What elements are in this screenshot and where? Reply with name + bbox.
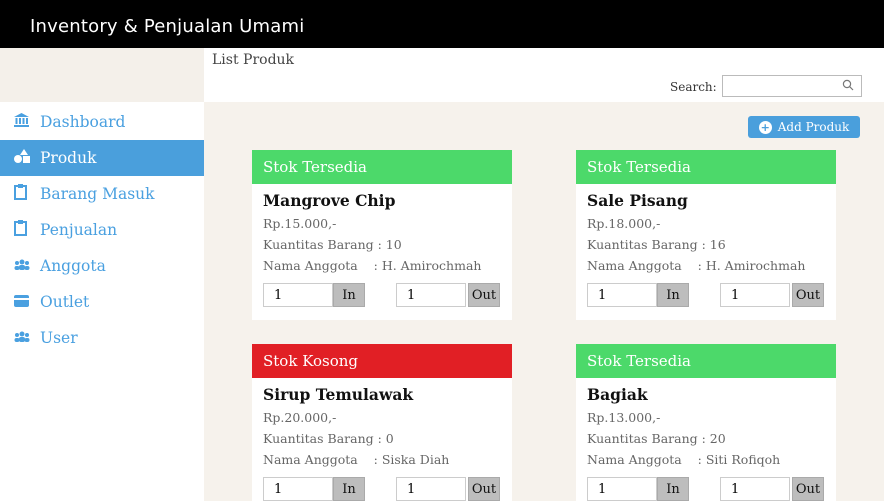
sidebar-item-produk[interactable]: Produk bbox=[0, 140, 204, 176]
out-quantity-input[interactable] bbox=[396, 477, 466, 501]
top-bar: Inventory & Penjualan Umami bbox=[0, 0, 884, 48]
sidebar-item-user[interactable]: User bbox=[0, 320, 204, 356]
sidebar-item-anggota[interactable]: Anggota bbox=[0, 248, 204, 284]
sidebar-item-label: Produk bbox=[40, 149, 97, 167]
plus-circle-icon: + bbox=[758, 120, 772, 134]
sidebar-item-penjualan[interactable]: Penjualan bbox=[0, 212, 204, 248]
shapes-icon bbox=[14, 149, 40, 167]
add-produk-label: Add Produk bbox=[777, 120, 850, 134]
sidebar-item-label: Penjualan bbox=[40, 221, 118, 239]
in-button[interactable]: In bbox=[333, 283, 365, 307]
stock-status-header: Stok Tersedia bbox=[576, 150, 836, 184]
product-member: Nama Anggota : Siska Diah bbox=[263, 452, 450, 467]
sidebar-item-dashboard[interactable]: Dashboard bbox=[0, 104, 204, 140]
product-quantity: Kuantitas Barang : 0 bbox=[263, 431, 394, 446]
stock-status-header: Stok Tersedia bbox=[252, 150, 512, 184]
in-button[interactable]: In bbox=[657, 477, 689, 501]
in-quantity-input[interactable] bbox=[263, 477, 333, 501]
search-label: Search: bbox=[670, 80, 717, 94]
stock-status-header: Stok Kosong bbox=[252, 344, 512, 378]
sidebar-item-outlet[interactable]: Outlet bbox=[0, 284, 204, 320]
out-button[interactable]: Out bbox=[468, 283, 500, 307]
product-member: Nama Anggota : H. Amirochmah bbox=[263, 258, 482, 273]
product-price: Rp.13.000,- bbox=[587, 410, 661, 425]
sidebar-item-label: Outlet bbox=[40, 293, 90, 311]
sidebar-item-label: Anggota bbox=[40, 257, 106, 275]
users-icon bbox=[14, 329, 40, 347]
product-price: Rp.20.000,- bbox=[263, 410, 337, 425]
out-quantity-input[interactable] bbox=[720, 477, 790, 501]
product-card: Stok Tersedia Mangrove Chip Rp.15.000,- … bbox=[252, 150, 512, 320]
product-quantity: Kuantitas Barang : 20 bbox=[587, 431, 726, 446]
in-quantity-input[interactable] bbox=[263, 283, 333, 307]
product-quantity: Kuantitas Barang : 10 bbox=[263, 237, 402, 252]
stock-status-header: Stok Tersedia bbox=[576, 344, 836, 378]
product-price: Rp.18.000,- bbox=[587, 216, 661, 231]
clipboard-icon bbox=[14, 220, 40, 240]
product-price: Rp.15.000,- bbox=[263, 216, 337, 231]
sidebar-item-label: User bbox=[40, 329, 78, 347]
in-quantity-input[interactable] bbox=[587, 477, 657, 501]
add-produk-button[interactable]: + Add Produk bbox=[748, 116, 860, 138]
product-card: Stok Tersedia Sale Pisang Rp.18.000,- Ku… bbox=[576, 150, 836, 320]
out-button[interactable]: Out bbox=[792, 283, 824, 307]
in-quantity-input[interactable] bbox=[587, 283, 657, 307]
app-title: Inventory & Penjualan Umami bbox=[30, 16, 305, 37]
in-button[interactable]: In bbox=[657, 283, 689, 307]
product-name: Mangrove Chip bbox=[263, 191, 396, 210]
product-member: Nama Anggota : Siti Rofiqoh bbox=[587, 452, 781, 467]
out-quantity-input[interactable] bbox=[720, 283, 790, 307]
page-title: List Produk bbox=[212, 52, 295, 68]
sidebar-header bbox=[0, 48, 204, 102]
card-icon bbox=[14, 293, 40, 311]
product-quantity: Kuantitas Barang : 16 bbox=[587, 237, 726, 252]
out-button[interactable]: Out bbox=[792, 477, 824, 501]
users-icon bbox=[14, 257, 40, 275]
product-member: Nama Anggota : H. Amirochmah bbox=[587, 258, 806, 273]
sidebar-item-label: Dashboard bbox=[40, 113, 126, 131]
bank-icon bbox=[14, 113, 40, 131]
in-button[interactable]: In bbox=[333, 477, 365, 501]
product-name: Bagiak bbox=[587, 385, 648, 404]
product-card: Stok Kosong Sirup Temulawak Rp.20.000,- … bbox=[252, 344, 512, 501]
sidebar-item-barang-masuk[interactable]: Barang Masuk bbox=[0, 176, 204, 212]
search-icon[interactable] bbox=[842, 79, 854, 95]
product-card: Stok Tersedia Bagiak Rp.13.000,- Kuantit… bbox=[576, 344, 836, 501]
product-name: Sale Pisang bbox=[587, 191, 688, 210]
out-button[interactable]: Out bbox=[468, 477, 500, 501]
clipboard-icon bbox=[14, 184, 40, 204]
search-input[interactable] bbox=[722, 75, 862, 97]
product-name: Sirup Temulawak bbox=[263, 385, 414, 404]
sidebar-item-label: Barang Masuk bbox=[40, 185, 155, 203]
out-quantity-input[interactable] bbox=[396, 283, 466, 307]
